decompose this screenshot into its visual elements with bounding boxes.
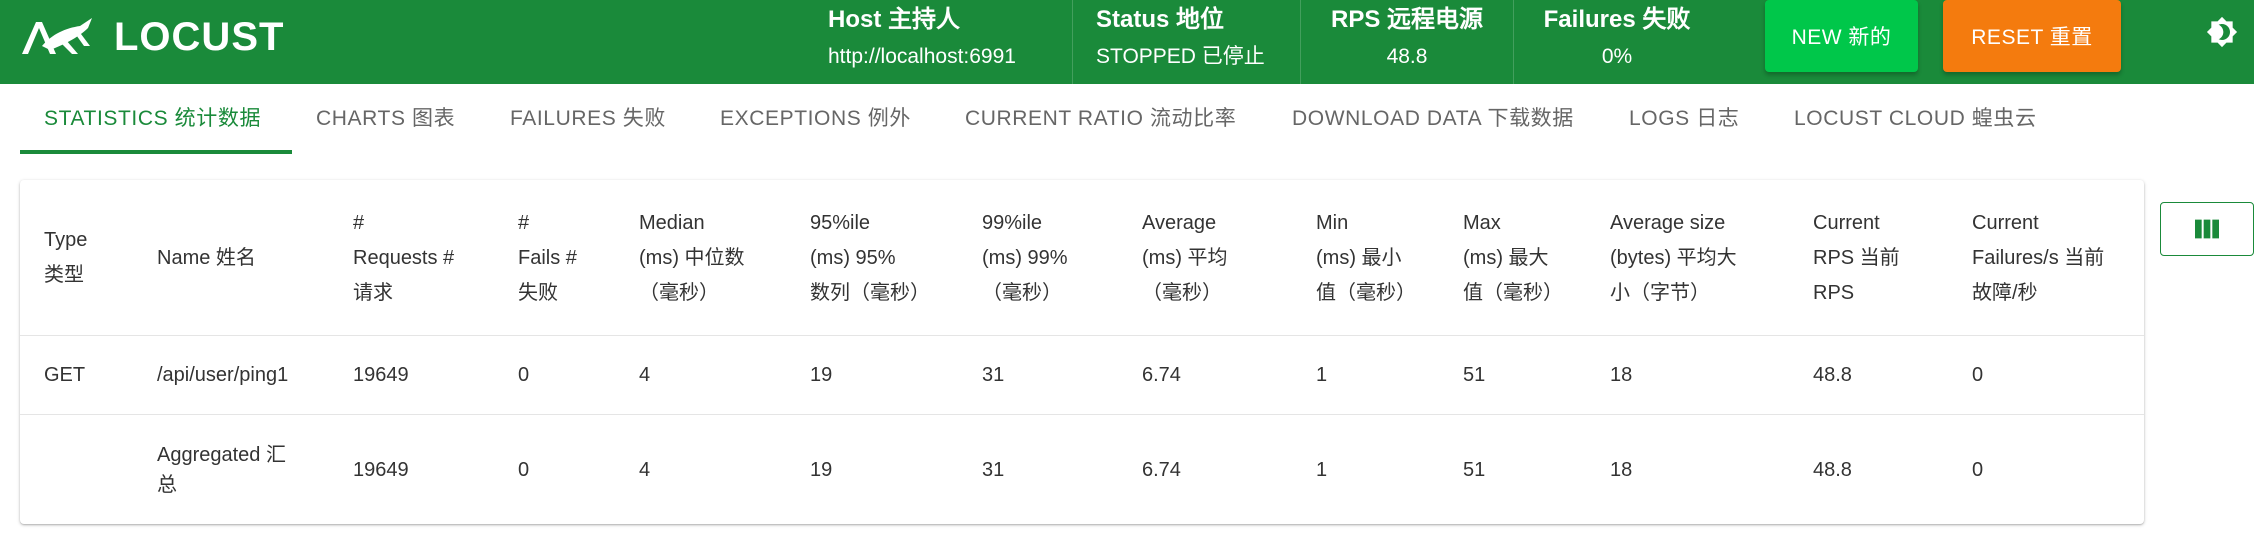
host-label: Host 主持人 — [828, 6, 960, 33]
cell-requests: 19649 — [353, 458, 409, 481]
reset-button[interactable]: RESET 重置 — [1943, 0, 2121, 72]
theme-toggle-button[interactable] — [2206, 16, 2238, 48]
tab-current-ratio[interactable]: CURRENT RATIO 流动比率 — [941, 84, 1260, 154]
cell-current-failures: 0 — [1972, 364, 1984, 386]
stat-divider — [1513, 0, 1514, 84]
stat-divider — [1072, 0, 1073, 84]
column-header-average[interactable]: Average (ms) 平均 （毫秒） — [1142, 180, 1292, 336]
rps-stat: RPS 远程电源 48.8 — [1327, 0, 1487, 84]
cell-max: 51 — [1463, 364, 1486, 386]
locust-logo-icon — [22, 18, 92, 54]
tab-statistics[interactable]: STATISTICS 统计数据 — [20, 84, 285, 154]
cell-max: 51 — [1463, 458, 1486, 481]
host-stat: Host 主持人 http://localhost:6991 — [828, 0, 1016, 84]
column-header-fails[interactable]: # Fails # 失败 — [518, 180, 628, 336]
table-row-aggregated: Aggregated 汇 总 19649 0 4 19 31 6.74 1 51… — [20, 415, 2144, 524]
cell-type: GET — [44, 364, 86, 386]
rps-value: 48.8 — [1386, 45, 1428, 68]
cell-average: 6.74 — [1142, 364, 1181, 386]
cell-average-size: 18 — [1610, 364, 1633, 386]
cell-fails: 0 — [518, 458, 530, 481]
view-column-icon — [2195, 219, 2219, 239]
aggregated-name-line-1: Aggregated 汇 — [157, 443, 286, 466]
stat-divider — [1300, 0, 1301, 84]
status-value: STOPPED 已停止 — [1096, 45, 1265, 68]
failures-stat: Failures 失败 0% — [1537, 0, 1697, 84]
statistics-table: Type 类型 Name 姓名 # Requests # 请求 # Fails … — [20, 180, 2144, 524]
cell-requests: 19649 — [353, 364, 409, 386]
cell-99ile: 31 — [982, 458, 1005, 481]
tab-logs[interactable]: LOGS 日志 — [1605, 84, 1763, 154]
cell-median: 4 — [639, 458, 651, 481]
tab-download-data[interactable]: DOWNLOAD DATA 下载数据 — [1268, 84, 1598, 154]
tab-bar: STATISTICS 统计数据 CHARTS 图表 FAILURES 失败 EX… — [0, 84, 2254, 156]
column-header-max[interactable]: Max (ms) 最大 值（毫秒） — [1463, 180, 1593, 336]
cell-average: 6.74 — [1142, 458, 1181, 481]
column-header-name[interactable]: Name 姓名 — [157, 180, 337, 336]
column-header-requests[interactable]: # Requests # 请求 — [353, 180, 503, 336]
cell-median: 4 — [639, 364, 651, 386]
brightness-icon — [2206, 16, 2238, 48]
cell-current-rps: 48.8 — [1813, 364, 1852, 386]
column-header-type[interactable]: Type 类型 — [44, 180, 144, 336]
cell-average-size: 18 — [1610, 458, 1633, 481]
new-button[interactable]: NEW 新的 — [1765, 0, 1918, 72]
column-header-median[interactable]: Median (ms) 中位数 （毫秒） — [639, 180, 789, 336]
cell-min: 1 — [1316, 364, 1328, 386]
column-header-current-failures[interactable]: Current Failures/s 当前 故障/秒 — [1972, 180, 2137, 336]
status-stat: Status 地位 STOPPED 已停止 — [1096, 0, 1265, 84]
column-selector-button[interactable] — [2160, 202, 2254, 256]
column-header-min[interactable]: Min (ms) 最小 值（毫秒） — [1316, 180, 1436, 336]
app-header: LOCUST Host 主持人 http://localhost:6991 St… — [0, 0, 2254, 84]
column-header-99ile[interactable]: 99%ile (ms) 99% （毫秒） — [982, 180, 1122, 336]
logo-text: LOCUST — [114, 14, 285, 59]
cell-99ile: 31 — [982, 364, 1005, 386]
cell-95ile: 19 — [810, 364, 833, 386]
tab-exceptions[interactable]: EXCEPTIONS 例外 — [696, 84, 935, 154]
failures-value: 0% — [1601, 45, 1633, 68]
table-header: Type 类型 Name 姓名 # Requests # 请求 # Fails … — [20, 180, 2144, 336]
column-header-95ile[interactable]: 95%ile (ms) 95% 数列（毫秒） — [810, 180, 970, 336]
status-label: Status 地位 — [1096, 6, 1225, 33]
table-row: GET /api/user/ping1 19649 0 4 19 31 6.74… — [20, 336, 2144, 415]
cell-name: /api/user/ping1 — [157, 364, 289, 386]
locust-logo[interactable]: LOCUST — [20, 14, 285, 59]
cell-min: 1 — [1316, 458, 1328, 481]
tab-failures[interactable]: FAILURES 失败 — [486, 84, 690, 154]
cell-current-rps: 48.8 — [1813, 458, 1852, 481]
host-value: http://localhost:6991 — [828, 45, 1016, 68]
rps-label: RPS 远程电源 — [1330, 6, 1483, 33]
column-header-average-size[interactable]: Average size (bytes) 平均大 小（字节） — [1610, 180, 1790, 336]
tab-charts[interactable]: CHARTS 图表 — [292, 84, 479, 154]
failures-label: Failures 失败 — [1543, 6, 1691, 33]
cell-current-failures: 0 — [1972, 458, 1984, 481]
cell-name: Aggregated 汇 总 — [157, 415, 286, 524]
cell-fails: 0 — [518, 364, 530, 386]
active-tab-indicator — [20, 150, 292, 154]
tab-locust-cloud[interactable]: LOCUST CLOUD 蝗虫云 — [1770, 84, 2061, 154]
cell-95ile: 19 — [810, 458, 833, 481]
aggregated-name-line-2: 总 — [157, 473, 177, 496]
column-header-current-rps[interactable]: Current RPS 当前 RPS — [1813, 180, 1953, 336]
